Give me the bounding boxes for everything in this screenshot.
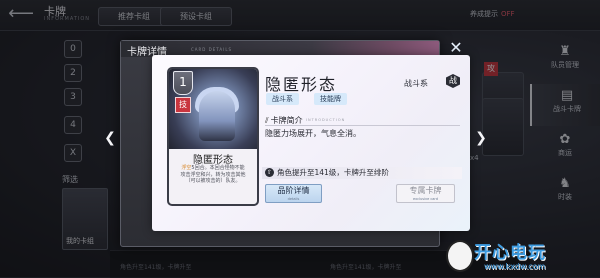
previous-card-arrow-icon[interactable]: ❮ — [103, 126, 117, 150]
section-title-text: 卡牌简介 — [270, 116, 303, 125]
tag-battle-school: 战斗系 — [266, 93, 299, 105]
card-intro-text: 隐匿力场展开，气息全消。 — [265, 129, 361, 138]
rank-details-label-en: details — [287, 197, 300, 201]
watermark-url: www.kxdw.com — [484, 262, 546, 271]
card-type-badge: 技 — [175, 97, 191, 113]
upgrade-icon: ⇧ — [265, 168, 274, 177]
card-name: 隐匿形态 — [193, 155, 233, 166]
section-divider — [265, 125, 460, 126]
section-marker-icon: ⫽ — [265, 116, 269, 125]
card-description: 浮空5回合。本回合怪物不能攻击浮空和兴，转为攻击其他（可以被攻击的）队友。 — [179, 165, 247, 185]
rank-details-label: 品阶详情 — [277, 186, 310, 195]
watermark-logo-icon — [446, 240, 474, 272]
exclusive-card-label-en: exclusive card — [412, 197, 439, 201]
card-description-keyword: 浮空 — [181, 165, 192, 171]
upgrade-hint-bar: ⇧ 角色提升至141级，卡牌升至绯阶 — [262, 167, 462, 179]
section-title-en: INTRODUCTION — [306, 118, 346, 122]
close-icon[interactable]: ✕ — [448, 40, 464, 56]
rank-details-button[interactable]: 品阶详情 details — [265, 184, 322, 203]
card-preview: 1 技 隐匿形态 浮空5回合。本回合怪物不能攻击浮空和兴，转为攻击其他（可以被攻… — [167, 67, 259, 206]
tag-skill-card: 技能牌 — [314, 93, 347, 105]
card-description-text: 5回合。本回合怪物不能攻击浮空和兴，转为攻击其他（可以被攻击的）队友。 — [180, 165, 246, 184]
card-cost-badge: 1 — [173, 71, 193, 95]
watermark-name: 开心电玩 — [474, 243, 546, 263]
card-detail-name: 隐匿形态 — [265, 75, 338, 94]
card-school: 战斗系 — [404, 79, 428, 88]
upgrade-hint-text: 角色提升至141级，卡牌升至绯阶 — [277, 168, 389, 177]
next-card-arrow-icon[interactable]: ❯ — [474, 126, 488, 150]
exclusive-card-button[interactable]: 专属卡牌 exclusive card — [396, 184, 455, 203]
modal-title-en: CARD DETAILS — [191, 47, 233, 52]
character-art — [199, 91, 235, 141]
exclusive-card-label: 专属卡牌 — [409, 186, 442, 195]
